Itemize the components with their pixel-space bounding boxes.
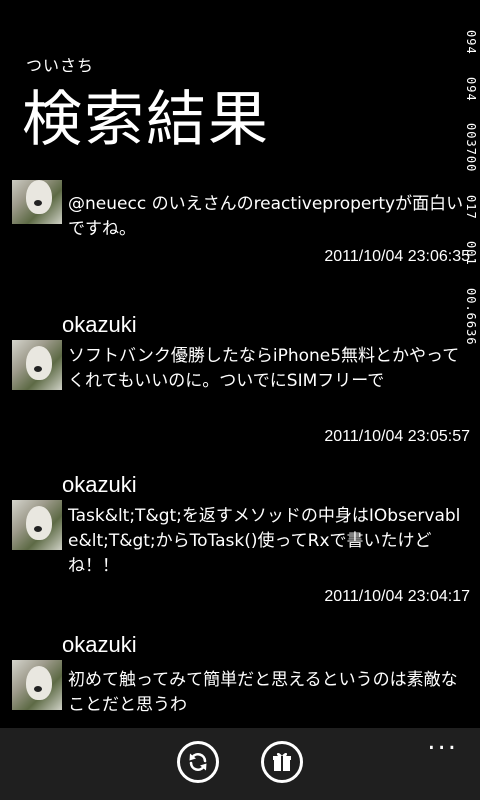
- tweet-item[interactable]: okazuki 初めて触ってみて簡単だと思えるというのは素敵なことだと思うわ: [0, 630, 470, 726]
- gift-button[interactable]: [261, 741, 303, 783]
- perf-counter: 003700: [464, 123, 478, 173]
- avatar: [12, 180, 62, 224]
- tweet-username: okazuki: [62, 632, 137, 657]
- tweet-item[interactable]: okazuki Task&lt;T&gt;を返すメソッドの中身はIObserva…: [0, 470, 470, 620]
- page-title: 検索結果: [22, 85, 270, 155]
- tweet-item[interactable]: okazuki @neuecc のいえさんのreactivepropertyが面…: [0, 180, 470, 300]
- screen: ついさち 検索結果 094 094 003700 017 001 00.6636…: [0, 0, 480, 800]
- tweet-timestamp: 2011/10/04 23:06:35: [324, 248, 470, 265]
- tweet-username: okazuki: [62, 312, 137, 337]
- tweet-list[interactable]: okazuki @neuecc のいえさんのreactivepropertyが面…: [0, 180, 470, 726]
- perf-counter: 094: [464, 30, 478, 55]
- tweet-text: Task&lt;T&gt;を返すメソッドの中身はIObservable&lt;T…: [68, 506, 461, 576]
- tweet-username: okazuki: [62, 180, 137, 186]
- application-bar: ...: [0, 728, 480, 800]
- avatar: [12, 500, 62, 550]
- perf-counter: 094: [464, 76, 478, 102]
- gift-icon: [273, 752, 291, 771]
- tweet-timestamp: 2011/10/04 23:05:57: [324, 428, 470, 445]
- tweet-username: okazuki: [62, 472, 137, 497]
- refresh-icon: [189, 753, 207, 771]
- tweet-timestamp: 2011/10/04 23:04:17: [324, 588, 470, 605]
- refresh-button[interactable]: [177, 741, 219, 783]
- tweet-text: @neuecc のいえさんのreactivepropertyが面白いですね。: [68, 194, 464, 239]
- tweet-text: ソフトバンク優勝したならiPhone5無料とかやってくれてもいいのに。ついでにS…: [68, 346, 460, 391]
- avatar: [12, 340, 62, 390]
- tweet-text: 初めて触ってみて簡単だと思えるというのは素敵なことだと思うわ: [68, 670, 458, 715]
- app-title: ついさち: [26, 56, 95, 75]
- more-options-button[interactable]: ...: [427, 728, 458, 754]
- tweet-item[interactable]: okazuki ソフトバンク優勝したならiPhone5無料とかやってくれてもいい…: [0, 310, 470, 460]
- avatar: [12, 660, 62, 710]
